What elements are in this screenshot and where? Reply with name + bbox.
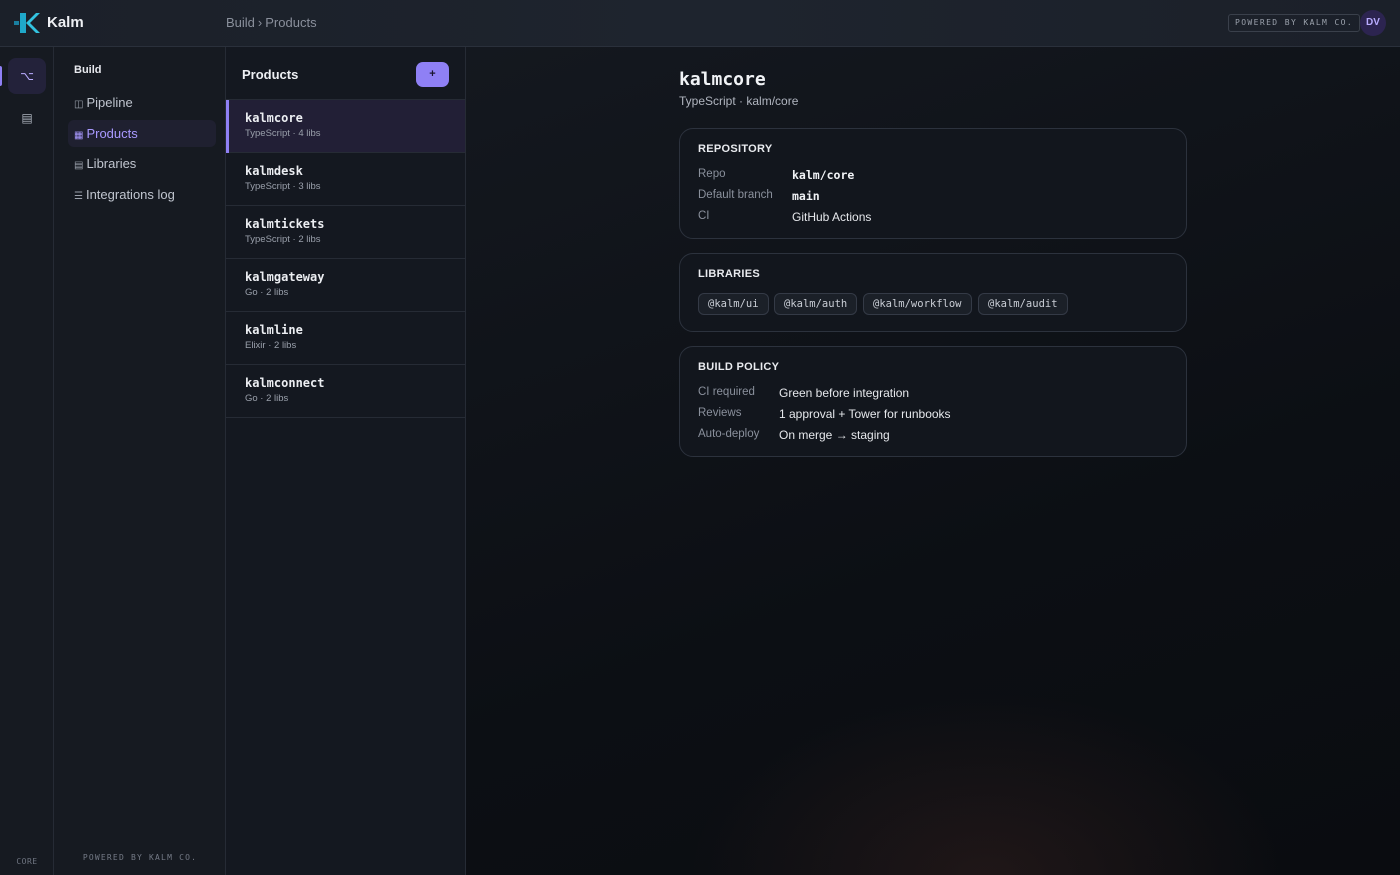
product-row-kalmgateway[interactable]: kalmgateway Go · 2 libs xyxy=(226,259,465,312)
products-panel: Products + kalmcore TypeScript · 4 libs … xyxy=(226,47,466,875)
app-name[interactable]: Kalm xyxy=(47,14,84,31)
product-meta: Go · 2 libs xyxy=(245,287,289,298)
table-icon: ▤ xyxy=(21,111,33,125)
nav-heading: Build xyxy=(74,64,102,76)
detail-subtitle: TypeScript · kalm/core xyxy=(679,94,799,108)
product-name: kalmline xyxy=(245,323,303,337)
user-avatar[interactable]: DV xyxy=(1360,10,1386,36)
library-chip[interactable]: @kalm/audit xyxy=(978,293,1068,315)
nav-item-pipeline[interactable]: ◫ Pipeline xyxy=(68,89,216,116)
repo-value: kalm/core xyxy=(792,168,855,182)
ci-required-value: Green before integration xyxy=(779,386,910,400)
top-bar: Kalm Build › Products POWERED BY KALM CO. … xyxy=(0,0,1400,47)
reviews-value: 1 approval + Tower for runbooks xyxy=(779,407,951,421)
product-name: kalmcore xyxy=(245,111,303,125)
library-chip[interactable]: @kalm/ui xyxy=(698,293,769,315)
rail-footer-label: CORE xyxy=(16,857,38,866)
product-row-kalmconnect[interactable]: kalmconnect Go · 2 libs xyxy=(226,365,465,418)
library-chip[interactable]: @kalm/auth xyxy=(774,293,858,315)
product-detail: kalmcore TypeScript · kalm/core REPOSITO… xyxy=(466,47,1400,875)
product-row-kalmcore[interactable]: kalmcore TypeScript · 4 libs xyxy=(226,100,465,153)
nav-footer-powered-by: POWERED BY KALM CO. xyxy=(82,853,198,862)
build-policy-card: BUILD POLICY CI required Green before in… xyxy=(679,346,1187,457)
columns-icon: ◫ xyxy=(74,99,84,110)
rail-button-table[interactable]: ▤ xyxy=(8,100,46,136)
product-name: kalmconnect xyxy=(245,376,325,390)
breadcrumb: Build › Products xyxy=(226,15,317,30)
breadcrumb-separator: › xyxy=(257,15,263,30)
libraries-card-title: LIBRARIES xyxy=(698,268,760,280)
breadcrumb-item-products: Products xyxy=(265,15,317,30)
rail-active-indicator xyxy=(0,66,2,86)
powered-by-badge: POWERED BY KALM CO. xyxy=(1228,14,1361,32)
kalm-logo-icon[interactable] xyxy=(14,11,40,35)
nav-item-label: Integrations log xyxy=(85,187,175,202)
library-chip[interactable]: @kalm/workflow xyxy=(863,293,972,315)
ci-label: CI xyxy=(698,210,710,222)
reviews-label: Reviews xyxy=(698,407,742,419)
product-row-kalmdesk[interactable]: kalmdesk TypeScript · 3 libs xyxy=(226,153,465,206)
ci-required-label: CI required xyxy=(698,386,755,398)
product-meta: Go · 2 libs xyxy=(245,393,289,404)
libraries-card: LIBRARIES @kalm/ui @kalm/auth @kalm/work… xyxy=(679,253,1187,332)
product-name: kalmtickets xyxy=(245,217,325,231)
nav-item-label: Libraries xyxy=(86,156,137,171)
nav-item-label: Products xyxy=(86,126,138,141)
repository-card: REPOSITORY Repo kalm/core Default branch… xyxy=(679,128,1187,239)
auto-deploy-label: Auto-deploy xyxy=(698,428,760,440)
product-name: kalmgateway xyxy=(245,270,325,284)
repo-label: Repo xyxy=(698,168,726,180)
product-meta: Elixir · 2 libs xyxy=(245,340,297,351)
rail-button-build[interactable]: ⌥ xyxy=(8,58,46,94)
nav-item-products[interactable]: ▦ Products xyxy=(68,120,216,147)
build-policy-card-title: BUILD POLICY xyxy=(698,361,780,373)
product-meta: TypeScript · 4 libs xyxy=(245,128,321,139)
icon-rail: ⌥ ▤ CORE xyxy=(0,47,54,875)
default-branch-label: Default branch xyxy=(698,189,773,201)
branch-icon: ⌥ xyxy=(20,69,34,83)
list-icon: ☰ xyxy=(74,191,83,202)
products-panel-title: Products xyxy=(242,67,299,82)
product-row-kalmline[interactable]: kalmline Elixir · 2 libs xyxy=(226,312,465,365)
breadcrumb-item-build[interactable]: Build xyxy=(226,15,255,30)
grid-icon: ▦ xyxy=(74,130,84,141)
library-icon: ▤ xyxy=(74,160,84,171)
nav-item-libraries[interactable]: ▤ Libraries xyxy=(68,150,216,177)
ci-value: GitHub Actions xyxy=(792,210,872,224)
nav-sidebar: Build ◫ Pipeline ▦ Products ▤ Libraries ☰ In… xyxy=(54,47,226,875)
product-row-kalmtickets[interactable]: kalmtickets TypeScript · 2 libs xyxy=(226,206,465,259)
repository-card-title: REPOSITORY xyxy=(698,143,773,155)
auto-deploy-value: On merge → staging xyxy=(779,428,890,442)
default-branch-value: main xyxy=(792,189,820,203)
add-product-button[interactable]: + xyxy=(416,62,449,87)
detail-title: kalmcore xyxy=(679,69,766,90)
product-meta: TypeScript · 2 libs xyxy=(245,234,321,245)
nav-item-label: Pipeline xyxy=(86,95,133,110)
nav-item-integrations-log[interactable]: ☰ Integrations log xyxy=(68,181,216,208)
product-name: kalmdesk xyxy=(245,164,303,178)
products-panel-header: Products + xyxy=(226,47,465,100)
product-meta: TypeScript · 3 libs xyxy=(245,181,321,192)
